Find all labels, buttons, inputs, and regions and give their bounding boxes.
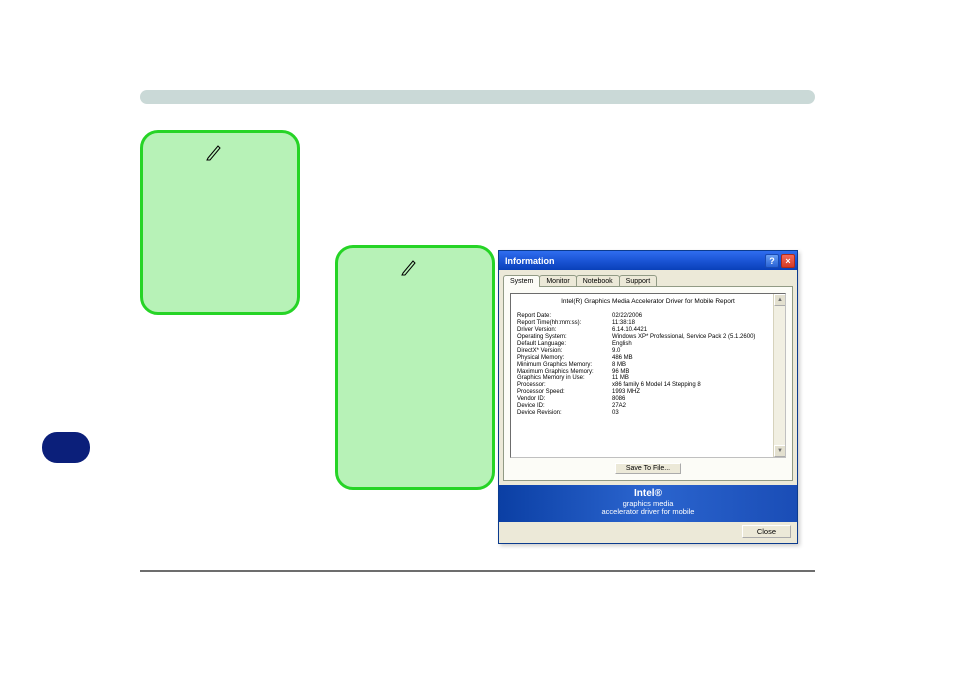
report-row: Physical Memory:486 MB: [517, 355, 779, 362]
report-key: Physical Memory:: [517, 355, 612, 362]
report-row: Minimum Graphics Memory:8 MB: [517, 362, 779, 369]
report-key: Graphics Memory in Use:: [517, 375, 612, 382]
report-key: Device ID:: [517, 403, 612, 410]
report-value: 96 MB: [612, 369, 779, 376]
report-value: 03: [612, 410, 779, 417]
report-key: Driver Version:: [517, 327, 612, 334]
tab-system[interactable]: System: [503, 275, 540, 287]
report-key: Vendor ID:: [517, 396, 612, 403]
brand-banner: Intel® graphics media accelerator driver…: [499, 485, 797, 522]
report-row: Maximum Graphics Memory:96 MB: [517, 369, 779, 376]
report-value: 8086: [612, 396, 779, 403]
help-button[interactable]: ?: [765, 254, 779, 268]
brand-line-3: accelerator driver for mobile: [602, 507, 695, 516]
pencil-icon: [400, 258, 418, 276]
report-row: Device ID:27A2: [517, 403, 779, 410]
report-key: DirectX* Version:: [517, 348, 612, 355]
report-value: 1993 MHZ: [612, 389, 779, 396]
report-value: 8 MB: [612, 362, 779, 369]
report-key: Operating System:: [517, 334, 612, 341]
dialog-footer: Close: [499, 522, 797, 543]
report-row: Vendor ID:8086: [517, 396, 779, 403]
report-value: English: [612, 341, 779, 348]
report-row: Report Date:02/22/2006: [517, 313, 779, 320]
scroll-down-icon[interactable]: ▼: [774, 445, 786, 457]
report-value: 27A2: [612, 403, 779, 410]
brand-line-1: Intel®: [634, 488, 662, 499]
titlebar[interactable]: Information ? ×: [499, 251, 797, 270]
header-divider: [140, 90, 815, 104]
note-box-1: [140, 130, 300, 315]
report-key: Processor Speed:: [517, 389, 612, 396]
report-row: Report Time(hh:mm:ss):11:38:18: [517, 320, 779, 327]
report-row: Processor Speed:1993 MHZ: [517, 389, 779, 396]
report-row: Graphics Memory in Use:11 MB: [517, 375, 779, 382]
report-row: DirectX* Version:9.0: [517, 348, 779, 355]
report-value: x86 family 6 Model 14 Stepping 8: [612, 382, 779, 389]
report-value: 02/22/2006: [612, 313, 779, 320]
report-key: Report Time(hh:mm:ss):: [517, 320, 612, 327]
report-key: Processor:: [517, 382, 612, 389]
report-value: 11 MB: [612, 375, 779, 382]
scroll-up-icon[interactable]: ▲: [774, 294, 786, 306]
report-textarea[interactable]: Intel(R) Graphics Media Accelerator Driv…: [510, 293, 786, 458]
report-title: Intel(R) Graphics Media Accelerator Driv…: [517, 298, 779, 305]
scrollbar[interactable]: ▲ ▼: [773, 294, 785, 457]
report-key: Maximum Graphics Memory:: [517, 369, 612, 376]
pencil-icon: [205, 143, 223, 161]
window-close-button[interactable]: ×: [781, 254, 795, 268]
information-dialog: Information ? × System Monitor Notebook …: [498, 250, 798, 544]
footer-divider: [140, 570, 815, 572]
tab-panel: Intel(R) Graphics Media Accelerator Driv…: [503, 286, 793, 481]
report-value: 6.14.10.4421: [612, 327, 779, 334]
dialog-title: Information: [505, 256, 555, 266]
save-to-file-button[interactable]: Save To File...: [615, 463, 681, 474]
report-value: 11:38:18: [612, 320, 779, 327]
report-value: 9.0: [612, 348, 779, 355]
report-row: Operating System:Windows XP* Professiona…: [517, 334, 779, 341]
report-row: Driver Version:6.14.10.4421: [517, 327, 779, 334]
report-key: Report Date:: [517, 313, 612, 320]
report-value: Windows XP* Professional, Service Pack 2…: [612, 334, 779, 341]
report-value: 486 MB: [612, 355, 779, 362]
report-key: Minimum Graphics Memory:: [517, 362, 612, 369]
side-pill: [42, 432, 90, 463]
report-key: Default Language:: [517, 341, 612, 348]
close-button[interactable]: Close: [742, 525, 791, 538]
report-key: Device Revision:: [517, 410, 612, 417]
report-row: Default Language:English: [517, 341, 779, 348]
note-box-2: [335, 245, 495, 490]
report-row: Device Revision:03: [517, 410, 779, 417]
report-row: Processor:x86 family 6 Model 14 Stepping…: [517, 382, 779, 389]
